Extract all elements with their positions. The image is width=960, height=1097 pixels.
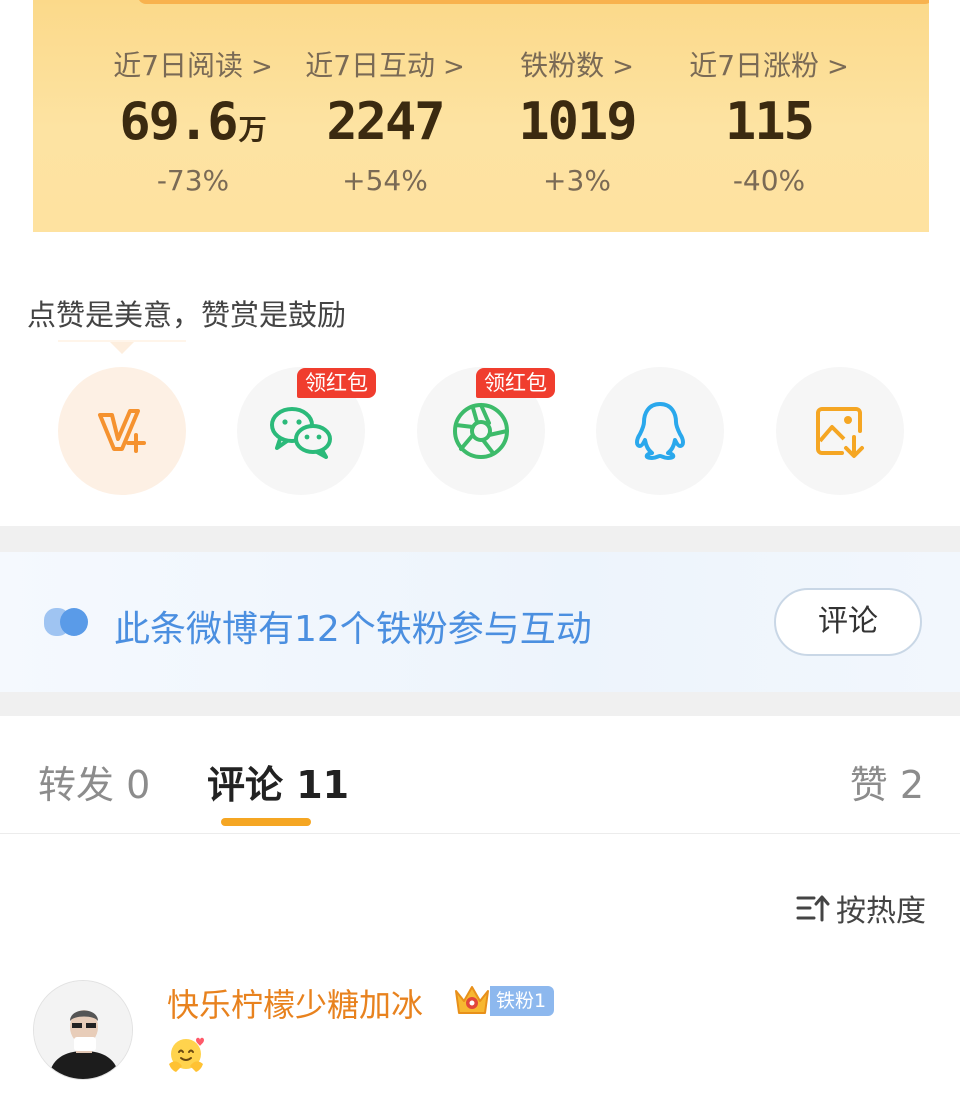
share-qq-button[interactable]: [596, 367, 724, 495]
stat-label: 近7日互动: [305, 49, 436, 82]
chevron-right-icon: >: [827, 52, 849, 82]
stat-label: 近7日涨粉: [689, 49, 820, 82]
wechat-icon: [270, 407, 332, 459]
tab-likes[interactable]: 赞 2: [850, 754, 924, 809]
chevron-right-icon: >: [251, 52, 273, 82]
stat-value: 115: [725, 92, 815, 152]
redpack-badge: 领红包: [476, 368, 555, 398]
stat-value: 2247: [326, 92, 445, 152]
section-divider: [0, 692, 960, 716]
stat-change: +3%: [543, 164, 611, 197]
hug-emoji-icon: [169, 1037, 204, 1072]
tab-comments[interactable]: 评论 11: [207, 754, 349, 809]
stats-top-strip: [138, 0, 929, 4]
save-image-button[interactable]: [776, 367, 904, 495]
share-hint: 点赞是美意，赞赏是鼓励: [27, 298, 347, 332]
active-tab-indicator: [221, 818, 311, 826]
comment-button[interactable]: 评论: [774, 588, 922, 656]
stats-card: 近7日阅读 > 69.6万 -73% 近7日互动 > 2247 +54% 铁粉数 > …: [33, 0, 929, 232]
stat-change: -73%: [156, 164, 230, 197]
tab-repost[interactable]: 转发 0: [38, 754, 150, 809]
comment-username[interactable]: 快乐柠檬少糖加冰: [167, 980, 423, 1026]
stat-label: 近7日阅读: [113, 49, 244, 82]
stat-value: 69.6: [119, 92, 238, 152]
chevron-right-icon: >: [612, 52, 634, 82]
iron-fan-icon: [44, 608, 88, 636]
section-divider: [0, 526, 960, 552]
reward-button[interactable]: [58, 367, 186, 495]
save-image-icon: [816, 407, 864, 458]
hint-pointer: [58, 340, 186, 354]
v-plus-icon: [98, 409, 146, 453]
stat-change: -40%: [732, 164, 806, 197]
stat-value: 1019: [518, 92, 637, 152]
fan-banner-text: 此条微博有12个铁粉参与互动: [114, 609, 592, 650]
stat-change: +54%: [342, 164, 428, 197]
fan-level-badge: 铁粉1: [490, 986, 555, 1016]
crown-icon: [455, 986, 489, 1014]
sort-button[interactable]: 按热度: [796, 886, 926, 930]
qq-icon: [635, 402, 685, 460]
stat-unit: 万: [238, 113, 267, 146]
sort-label: 按热度: [836, 894, 926, 929]
tab-divider: [0, 833, 960, 834]
stat-label: 铁粉数: [520, 49, 605, 82]
chevron-right-icon: >: [443, 52, 465, 82]
avatar[interactable]: [33, 980, 133, 1080]
sort-icon: [796, 895, 830, 922]
moments-icon: [453, 403, 509, 459]
redpack-badge: 领红包: [297, 368, 376, 398]
